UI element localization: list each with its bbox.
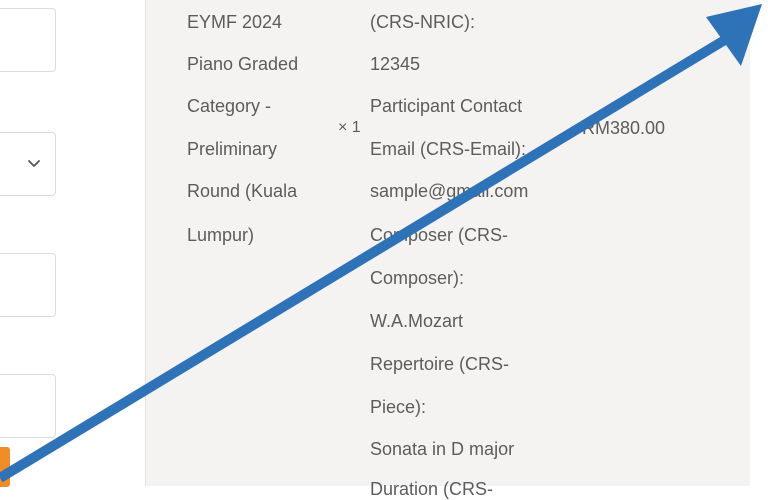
product-name-line: Piano Graded bbox=[187, 54, 299, 74]
meta-line: Email (CRS-Email): bbox=[370, 139, 527, 159]
meta-line: Repertoire (CRS- bbox=[370, 354, 510, 374]
meta-line: Participant Contact bbox=[370, 96, 523, 116]
place-order-button[interactable] bbox=[0, 447, 10, 487]
meta-line: Piece): bbox=[370, 397, 427, 417]
meta-line: W.A.Mozart bbox=[370, 311, 464, 331]
meta-line: Composer): bbox=[370, 268, 465, 288]
meta-line: Duration (CRS- bbox=[370, 479, 494, 499]
product-name-line: Category - bbox=[187, 96, 272, 116]
meta-line: sample@gmail.com bbox=[370, 181, 529, 201]
text-input-field[interactable] bbox=[0, 253, 56, 317]
product-quantity: × 1 bbox=[338, 119, 361, 136]
meta-line: (CRS-NRIC): bbox=[370, 12, 475, 32]
text-input-field[interactable] bbox=[0, 8, 56, 72]
meta-line: 12345 bbox=[370, 54, 421, 74]
chevron-down-icon bbox=[28, 160, 40, 167]
meta-line: Composer (CRS- bbox=[370, 225, 509, 245]
form-panel bbox=[0, 0, 145, 487]
product-name-line: Lumpur) bbox=[187, 225, 255, 245]
product-price: RM380.00 bbox=[582, 118, 666, 138]
page-margin bbox=[750, 0, 768, 486]
text-input-field[interactable] bbox=[0, 374, 56, 438]
product-name-line: Preliminary bbox=[187, 139, 278, 159]
product-name-line: Round (Kuala bbox=[187, 181, 298, 201]
product-name-line: EYMF 2024 bbox=[187, 12, 283, 32]
select-field[interactable] bbox=[0, 132, 56, 196]
meta-line: Sonata in D major bbox=[370, 439, 515, 459]
